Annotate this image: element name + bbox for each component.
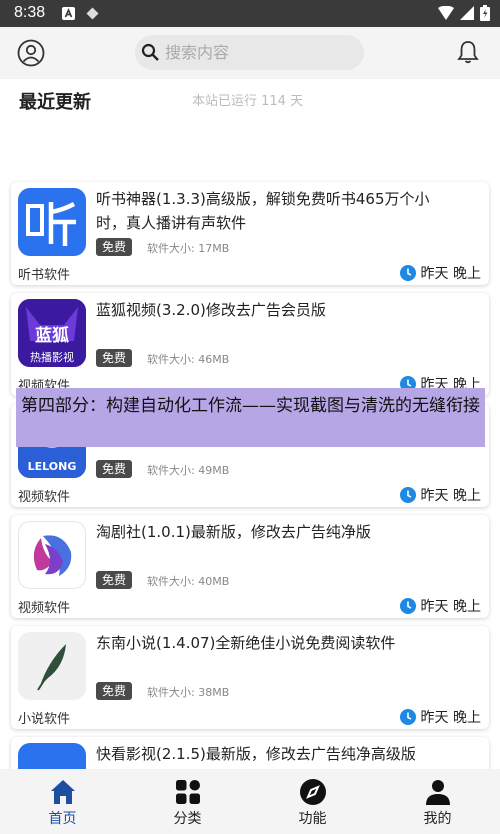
clock-icon <box>399 265 416 281</box>
list-item[interactable]: 听书神器(1.3.3)高级版，解锁免费听书465万个小时，真人播讲有声软件 免费… <box>11 182 489 285</box>
update-time: 昨天 晚上 <box>399 596 481 616</box>
update-time: 昨天 晚上 <box>399 485 481 505</box>
section-header: 最近更新 本站已运行 114 天 <box>0 79 500 179</box>
clock-icon <box>399 709 416 725</box>
search-bar[interactable] <box>135 35 364 70</box>
feather-app-icon <box>18 632 86 700</box>
app-category: 小说软件 <box>18 712 71 727</box>
compass-icon <box>299 779 326 805</box>
list-item[interactable]: 快看影视(2.1.5)最新版，修改去广告纯净高级版 <box>11 737 489 769</box>
update-time-text: 昨天 晚上 <box>420 599 481 615</box>
notification-tag-icon <box>86 7 99 20</box>
app-size: 软件大小: 38MB <box>147 686 230 699</box>
app-category: 视频软件 <box>18 490 71 505</box>
app-title[interactable]: 东南小说(1.4.07)全新绝佳小说免费阅读软件 <box>96 631 456 655</box>
fox-app-icon: 蓝狐 热播影视 <box>18 299 86 367</box>
status-bar: 8:38 <box>0 0 500 27</box>
search-icon <box>141 43 159 61</box>
update-time-text: 昨天 晚上 <box>420 266 481 282</box>
list-item[interactable]: 东南小说(1.4.07)全新绝佳小说免费阅读软件 免费 软件大小: 38MB 小… <box>11 626 489 729</box>
free-badge: 免费 <box>96 460 133 478</box>
app-title[interactable]: 淘剧社(1.0.1)最新版，修改去广告纯净版 <box>96 520 456 544</box>
app-category: 视频软件 <box>18 601 71 616</box>
svg-text:热播影视: 热播影视 <box>30 350 74 364</box>
notification-a-icon <box>62 7 75 20</box>
bell-icon[interactable] <box>457 40 479 64</box>
nav-home[interactable]: 首页 <box>0 769 125 834</box>
app-size: 软件大小: 17MB <box>147 242 230 255</box>
app-size: 软件大小: 46MB <box>147 353 230 366</box>
nav-categories[interactable]: 分类 <box>125 769 250 834</box>
update-time-text: 昨天 晚上 <box>420 488 481 504</box>
nav-label: 首页 <box>48 811 77 827</box>
ting-app-icon <box>18 188 86 256</box>
clock-icon <box>399 487 416 503</box>
app-size: 软件大小: 40MB <box>147 575 230 588</box>
section-title: 最近更新 <box>19 92 91 113</box>
svg-text:蓝狐: 蓝狐 <box>35 325 69 346</box>
list-item[interactable]: 蓝狐 热播影视 蓝狐视频(3.2.0)修改去广告会员版 免费 软件大小: 46M… <box>11 293 489 396</box>
nav-profile[interactable]: 我的 <box>375 769 500 834</box>
bottom-nav: 首页 分类 功能 我的 <box>0 769 500 834</box>
uptime-text: 本站已运行 114 天 <box>192 94 304 109</box>
battery-icon <box>480 5 490 21</box>
app-title[interactable]: 快看影视(2.1.5)最新版，修改去广告纯净高级版 <box>96 742 456 766</box>
nav-label: 功能 <box>298 811 327 827</box>
list-item[interactable]: 淘剧社(1.0.1)最新版，修改去广告纯净版 免费 软件大小: 40MB 视频软… <box>11 515 489 618</box>
signal-icon <box>460 6 474 20</box>
app-list: 听书神器(1.3.3)高级版，解锁免费听书465万个小时，真人播讲有声软件 免费… <box>0 179 500 769</box>
overlay-banner: 第四部分：构建自动化工作流——实现截图与清洗的无缝衔接 <box>16 388 485 447</box>
update-time-text: 昨天 晚上 <box>420 710 481 726</box>
free-badge: 免费 <box>96 238 133 256</box>
clock-icon <box>399 598 416 614</box>
free-badge: 免费 <box>96 349 133 367</box>
status-time: 8:38 <box>14 4 46 21</box>
wifi-icon <box>438 6 454 20</box>
top-bar <box>0 27 500 79</box>
grid-icon <box>175 780 200 804</box>
taoju-app-icon <box>18 521 86 589</box>
app-size: 软件大小: 49MB <box>147 464 230 477</box>
update-time: 昨天 晚上 <box>399 707 481 727</box>
svg-text:LELONG: LELONG <box>28 460 77 473</box>
free-badge: 免费 <box>96 571 133 589</box>
nav-label: 我的 <box>423 811 452 827</box>
user-icon <box>425 780 450 805</box>
app-title[interactable]: 听书神器(1.3.3)高级版，解锁免费听书465万个小时，真人播讲有声软件 <box>96 187 456 235</box>
profile-icon[interactable] <box>17 39 45 67</box>
kuaikan-app-icon <box>18 743 86 769</box>
free-badge: 免费 <box>96 682 133 700</box>
app-category: 听书软件 <box>18 268 71 283</box>
home-icon <box>50 780 75 804</box>
nav-label: 分类 <box>173 811 202 827</box>
update-time: 昨天 晚上 <box>399 263 481 283</box>
app-title[interactable]: 蓝狐视频(3.2.0)修改去广告会员版 <box>96 298 456 322</box>
search-input[interactable] <box>165 39 355 66</box>
nav-functions[interactable]: 功能 <box>250 769 375 834</box>
